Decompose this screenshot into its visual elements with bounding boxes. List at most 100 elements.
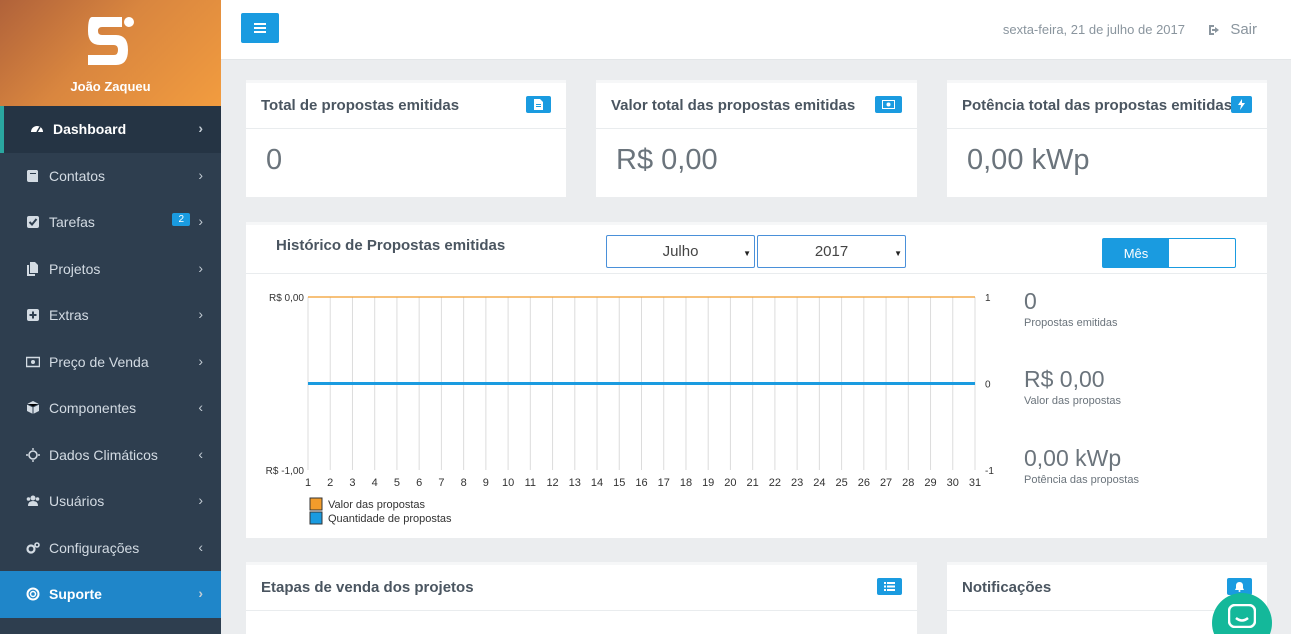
x-tick-label: 15: [613, 477, 625, 489]
month-select[interactable]: Julho ▼: [606, 235, 755, 268]
chevron-right-icon: ›: [198, 306, 203, 323]
sales-stages-card: Etapas de venda dos projetos: [246, 562, 917, 634]
history-title: Histórico de Propostas emitidas: [276, 237, 506, 254]
x-tick-label: 25: [835, 477, 847, 489]
total-power-card: Potência total das propostas emitidas 0,…: [947, 80, 1267, 197]
caret-down-icon: ▼: [894, 249, 902, 258]
x-tick-label: 14: [591, 477, 603, 489]
stat-value: 0: [1024, 288, 1037, 314]
x-tick-label: 29: [924, 477, 936, 489]
sidebar-item-dashboard[interactable]: Dashboard ›: [0, 106, 221, 153]
chevron-right-icon: ›: [198, 259, 203, 276]
x-tick-label: 20: [724, 477, 736, 489]
year-select[interactable]: 2017 ▼: [757, 235, 906, 268]
sidebar-item-label: Componentes: [49, 400, 137, 417]
sidebar-item-tarefas[interactable]: Tarefas 2 ›: [0, 199, 221, 246]
chevron-right-icon: ›: [198, 585, 203, 602]
brand-logo: [88, 17, 134, 65]
month-value: Julho: [662, 243, 699, 260]
x-tick-label: 5: [394, 477, 400, 489]
x-tick-label: 8: [461, 477, 467, 489]
users-icon: [26, 494, 40, 508]
legend-swatch: [309, 497, 323, 511]
bolt-icon: [1231, 96, 1252, 113]
x-tick-label: 24: [813, 477, 825, 489]
list-icon: [877, 578, 902, 595]
total-value-value: R$ 0,00: [616, 144, 718, 176]
card-title: Potência total das propostas emitidas: [962, 97, 1233, 114]
sidebar-item-suporte[interactable]: Suporte ›: [0, 571, 221, 618]
chevron-right-icon: ›: [198, 120, 203, 137]
sidebar-item-label: Configurações: [49, 539, 140, 556]
sidebar-item-componentes[interactable]: Componentes ‹: [0, 385, 221, 432]
x-tick-label: 28: [902, 477, 914, 489]
x-tick-label: 2: [327, 477, 333, 489]
cogs-icon: [26, 541, 40, 555]
sidebar-nav: Dashboard › Contatos › Tarefas 2 › Projetos › Ext…: [0, 106, 221, 618]
sidebar-item-dados-climaticos[interactable]: Dados Climáticos ‹: [0, 432, 221, 479]
chat-icon: [1228, 604, 1256, 628]
x-tick-label: 19: [702, 477, 714, 489]
x-tick-label: 31: [969, 477, 981, 489]
hamburger-icon: [254, 23, 266, 33]
x-tick-label: 1: [305, 477, 311, 489]
x-tick-label: 21: [747, 477, 759, 489]
stat-value: 0,00 kWp: [1024, 445, 1122, 471]
chevron-right-icon: ›: [198, 166, 203, 183]
stat-value: R$ 0,00: [1024, 366, 1105, 392]
card-title: Etapas de venda dos projetos: [261, 579, 474, 596]
x-tick-label: 16: [635, 477, 647, 489]
stat-power: 0,00 kWp Potência das propostas: [1024, 445, 1139, 486]
sidebar-item-label: Extras: [49, 307, 89, 324]
caret-down-icon: ▼: [743, 249, 751, 258]
y-right-tick-label: 0: [985, 380, 991, 391]
legend-label: Quantidade de propostas: [328, 513, 452, 525]
sidebar-item-projetos[interactable]: Projetos ›: [0, 246, 221, 293]
sidebar-item-contatos[interactable]: Contatos ›: [0, 153, 221, 200]
stat-label: Propostas emitidas: [1024, 317, 1118, 329]
sidebar-item-preco-de-venda[interactable]: Preço de Venda ›: [0, 339, 221, 386]
dashboard-icon: [30, 122, 44, 136]
chevron-right-icon: ›: [198, 352, 203, 369]
history-card: Histórico de Propostas emitidas Julho ▼ …: [246, 222, 1267, 538]
user-name: João Zaqueu: [70, 79, 151, 94]
sidebar-item-label: Preço de Venda: [49, 353, 149, 370]
card-title: Total de propostas emitidas: [261, 97, 460, 114]
card-title: Notificações: [962, 579, 1052, 596]
x-tick-label: 23: [791, 477, 803, 489]
legend-label: Valor das propostas: [328, 499, 426, 511]
sidebar-item-usuarios[interactable]: Usuários ›: [0, 478, 221, 525]
other-mode-button[interactable]: [1169, 239, 1235, 267]
x-tick-label: 6: [416, 477, 422, 489]
sidebar-item-label: Projetos: [49, 260, 101, 277]
money-icon: [26, 355, 40, 369]
document-icon: [526, 96, 551, 113]
cube-icon: [26, 401, 40, 415]
checkbox-icon: [26, 215, 40, 229]
x-tick-label: 30: [947, 477, 959, 489]
x-tick-label: 12: [546, 477, 558, 489]
x-tick-label: 26: [858, 477, 870, 489]
current-date: sexta-feira, 21 de julho de 2017: [1002, 22, 1185, 37]
x-tick-label: 27: [880, 477, 892, 489]
period-toggle[interactable]: Mês: [1102, 238, 1236, 268]
sidebar-item-extras[interactable]: Extras ›: [0, 292, 221, 339]
sidebar-item-label: Contatos: [49, 167, 106, 184]
book-icon: [26, 169, 40, 183]
sidebar-item-label: Usuários: [49, 493, 105, 510]
y-left-tick-label: R$ 0,00: [269, 293, 304, 304]
total-proposals-value: 0: [266, 144, 283, 176]
month-mode-button[interactable]: Mês: [1103, 239, 1169, 267]
count-badge: 2: [172, 213, 190, 226]
x-tick-label: 17: [658, 477, 670, 489]
sidebar-item-configuracoes[interactable]: Configurações ‹: [0, 525, 221, 572]
stat-label: Valor das propostas: [1024, 395, 1122, 407]
x-tick-label: 3: [349, 477, 355, 489]
x-tick-label: 13: [569, 477, 581, 489]
total-value-card: Valor total das propostas emitidas R$ 0,…: [596, 80, 917, 197]
menu-toggle-button[interactable]: [241, 13, 279, 43]
logout-button[interactable]: Sair: [1208, 21, 1257, 38]
sign-out-icon: [1209, 24, 1220, 35]
money-icon: [875, 96, 902, 113]
x-tick-label: 11: [525, 477, 536, 489]
